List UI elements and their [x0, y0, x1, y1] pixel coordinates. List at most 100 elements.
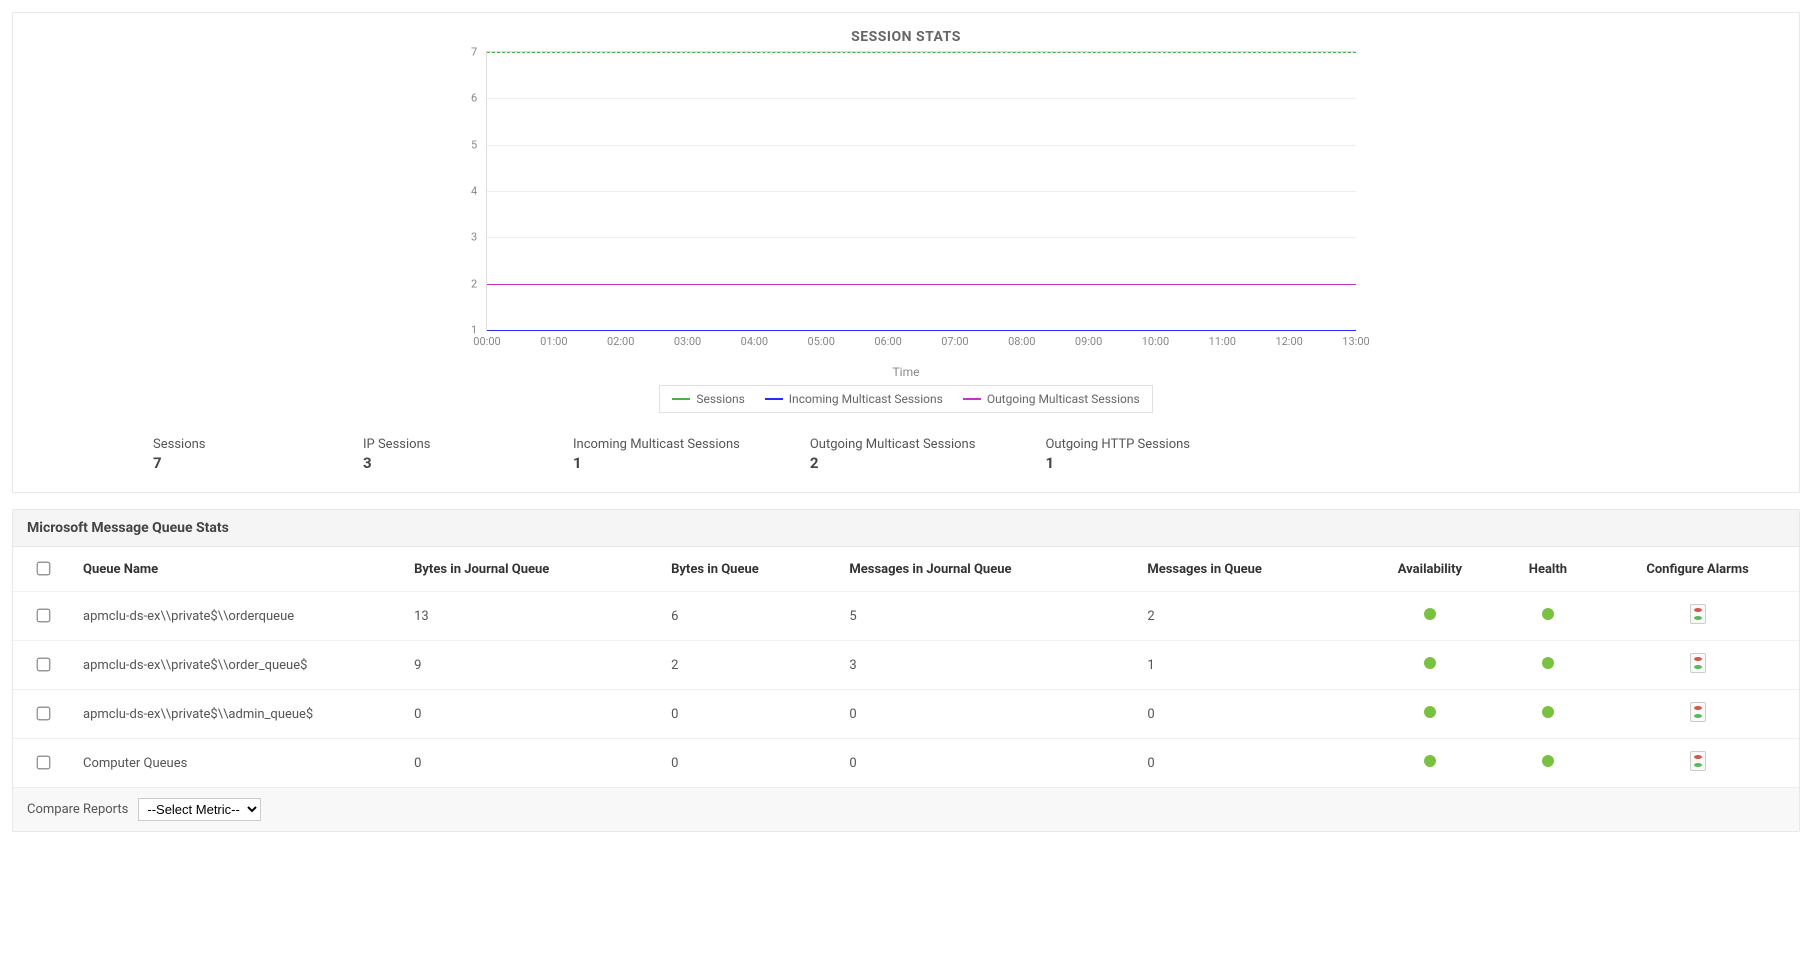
availability-status-icon	[1424, 755, 1436, 767]
x-tick: 00:00	[473, 335, 500, 348]
chart-xlabel: Time	[13, 365, 1799, 379]
series-line	[487, 284, 1356, 285]
cell-bytes-queue: 2	[661, 641, 839, 690]
summary-stat: Outgoing Multicast Sessions 2	[810, 437, 976, 472]
cell-msgs-journal: 0	[839, 690, 1137, 739]
legend-outgoing[interactable]: Outgoing Multicast Sessions	[963, 392, 1140, 406]
col-health[interactable]: Health	[1500, 547, 1596, 592]
health-status-icon	[1542, 755, 1554, 767]
y-tick: 5	[471, 138, 477, 151]
table-row: apmclu-ds-ex\\private$\\orderqueue13652	[13, 592, 1799, 641]
stat-value: 1	[573, 454, 740, 472]
stat-label: Outgoing HTTP Sessions	[1045, 437, 1190, 452]
stat-value: 2	[810, 454, 976, 472]
row-checkbox[interactable]	[37, 707, 51, 721]
x-tick: 11:00	[1209, 335, 1236, 348]
summary-stat: Outgoing HTTP Sessions 1	[1045, 437, 1190, 472]
col-msgs-queue[interactable]: Messages in Queue	[1137, 547, 1360, 592]
cell-msgs-queue: 0	[1137, 690, 1360, 739]
x-tick: 13:00	[1342, 335, 1369, 348]
chart-title: SESSION STATS	[13, 13, 1799, 51]
x-tick: 10:00	[1142, 335, 1169, 348]
stat-label: Sessions	[153, 437, 293, 452]
cell-msgs-queue: 1	[1137, 641, 1360, 690]
row-checkbox[interactable]	[37, 756, 51, 770]
cell-queue-name[interactable]: apmclu-ds-ex\\private$\\admin_queue$	[73, 690, 404, 739]
col-queue-name[interactable]: Queue Name	[73, 547, 404, 592]
availability-status-icon	[1424, 657, 1436, 669]
cell-msgs-queue: 0	[1137, 739, 1360, 788]
x-tick: 02:00	[607, 335, 634, 348]
configure-alarm-icon[interactable]	[1690, 653, 1706, 673]
stat-label: Outgoing Multicast Sessions	[810, 437, 976, 452]
x-tick: 09:00	[1075, 335, 1102, 348]
summary-stat: Sessions 7	[153, 437, 293, 472]
cell-msgs-journal: 3	[839, 641, 1137, 690]
y-tick: 7	[471, 46, 477, 59]
compare-reports-label: Compare Reports	[27, 802, 128, 817]
stat-value: 1	[1045, 454, 1190, 472]
session-stats-card: SESSION STATS 1 2 3 4 5 6 7 00:00 01:00 02:00 03:0…	[12, 12, 1800, 493]
col-bytes-journal[interactable]: Bytes in Journal Queue	[404, 547, 661, 592]
cell-msgs-journal: 5	[839, 592, 1137, 641]
swatch-icon	[672, 398, 690, 400]
cell-bytes-queue: 0	[661, 739, 839, 788]
compare-reports-row: Compare Reports --Select Metric--	[13, 787, 1799, 831]
col-availability[interactable]: Availability	[1360, 547, 1500, 592]
stat-value: 7	[153, 454, 293, 472]
x-tick: 01:00	[540, 335, 567, 348]
cell-bytes-queue: 6	[661, 592, 839, 641]
availability-status-icon	[1424, 608, 1436, 620]
x-tick: 05:00	[808, 335, 835, 348]
health-status-icon	[1542, 608, 1554, 620]
queue-table: Queue Name Bytes in Journal Queue Bytes …	[13, 547, 1799, 787]
col-configure-alarms[interactable]: Configure Alarms	[1596, 547, 1799, 592]
x-tick: 04:00	[741, 335, 768, 348]
health-status-icon	[1542, 706, 1554, 718]
compare-reports-select[interactable]: --Select Metric--	[138, 798, 261, 821]
x-tick: 07:00	[941, 335, 968, 348]
table-row: Computer Queues0000	[13, 739, 1799, 788]
legend-incoming[interactable]: Incoming Multicast Sessions	[765, 392, 943, 406]
cell-bytes-queue: 0	[661, 690, 839, 739]
x-tick: 08:00	[1008, 335, 1035, 348]
table-header-row: Queue Name Bytes in Journal Queue Bytes …	[13, 547, 1799, 592]
stat-value: 3	[363, 454, 503, 472]
summary-stat: Incoming Multicast Sessions 1	[573, 437, 740, 472]
y-tick: 2	[471, 277, 477, 290]
stat-label: IP Sessions	[363, 437, 503, 452]
session-stats-chart[interactable]: 123456700:0001:0002:0003:0004:0005:0006:…	[456, 51, 1356, 361]
x-tick: 03:00	[674, 335, 701, 348]
row-checkbox[interactable]	[37, 609, 51, 623]
cell-queue-name[interactable]: Computer Queues	[73, 739, 404, 788]
health-status-icon	[1542, 657, 1554, 669]
row-checkbox[interactable]	[37, 658, 51, 672]
y-tick: 4	[471, 185, 477, 198]
legend-sessions[interactable]: Sessions	[672, 392, 744, 406]
cell-queue-name[interactable]: apmclu-ds-ex\\private$\\orderqueue	[73, 592, 404, 641]
series-line	[487, 52, 1356, 53]
configure-alarm-icon[interactable]	[1690, 702, 1706, 722]
swatch-icon	[765, 398, 783, 400]
series-line	[487, 330, 1356, 331]
table-row: apmclu-ds-ex\\private$\\order_queue$9231	[13, 641, 1799, 690]
cell-msgs-queue: 2	[1137, 592, 1360, 641]
table-row: apmclu-ds-ex\\private$\\admin_queue$0000	[13, 690, 1799, 739]
configure-alarm-icon[interactable]	[1690, 751, 1706, 771]
summary-stat: IP Sessions 3	[363, 437, 503, 472]
cell-bytes-journal: 9	[404, 641, 661, 690]
session-summary: Sessions 7 IP Sessions 3 Incoming Multicast …	[13, 427, 1799, 492]
cell-queue-name[interactable]: apmclu-ds-ex\\private$\\order_queue$	[73, 641, 404, 690]
col-msgs-journal[interactable]: Messages in Journal Queue	[839, 547, 1137, 592]
swatch-icon	[963, 398, 981, 400]
select-all-checkbox[interactable]	[37, 562, 51, 576]
col-bytes-queue[interactable]: Bytes in Queue	[661, 547, 839, 592]
availability-status-icon	[1424, 706, 1436, 718]
y-tick: 6	[471, 92, 477, 105]
stat-label: Incoming Multicast Sessions	[573, 437, 740, 452]
cell-bytes-journal: 0	[404, 690, 661, 739]
chart-legend: Sessions Incoming Multicast Sessions Out…	[659, 385, 1152, 413]
panel-title: Microsoft Message Queue Stats	[13, 510, 1799, 547]
y-tick: 3	[471, 231, 477, 244]
configure-alarm-icon[interactable]	[1690, 604, 1706, 624]
